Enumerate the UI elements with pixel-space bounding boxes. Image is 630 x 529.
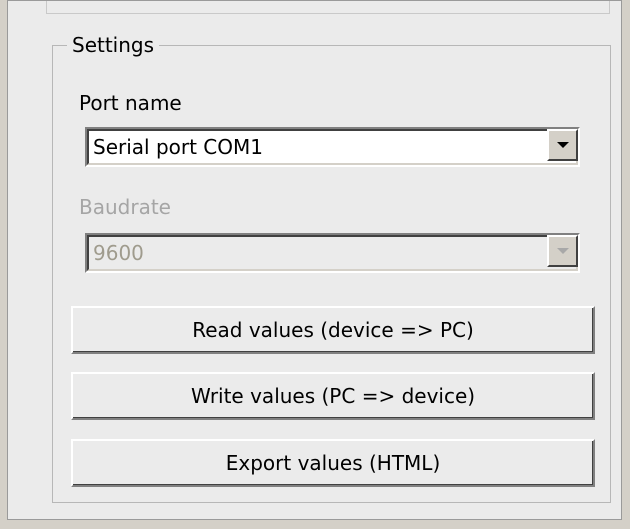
baudrate-value: 9600 [93, 241, 144, 265]
baudrate-dropdown-button[interactable] [547, 235, 578, 267]
chevron-down-icon [557, 248, 569, 254]
button-shadow [73, 374, 593, 418]
button-shadow [73, 441, 593, 485]
settings-groupbox: Settings Port name Serial port COM1 Baud… [52, 32, 611, 503]
port-name-value: Serial port COM1 [93, 135, 263, 159]
read-values-button[interactable]: Read values (device => PC) [71, 306, 595, 354]
write-values-button[interactable]: Write values (PC => device) [71, 372, 595, 420]
baudrate-select[interactable]: 9600 [85, 233, 580, 273]
port-name-select[interactable]: Serial port COM1 [85, 127, 580, 167]
export-values-button[interactable]: Export values (HTML) [71, 439, 595, 487]
previous-group-border [46, 1, 610, 14]
port-name-dropdown-button[interactable] [547, 129, 578, 161]
button-shadow [73, 308, 593, 352]
baudrate-select-frame [87, 235, 578, 271]
port-name-label: Port name [79, 91, 182, 115]
settings-legend: Settings [67, 32, 160, 58]
baudrate-label: Baudrate [79, 195, 171, 219]
settings-panel: Settings Port name Serial port COM1 Baud… [7, 0, 622, 520]
chevron-down-icon [557, 142, 569, 148]
